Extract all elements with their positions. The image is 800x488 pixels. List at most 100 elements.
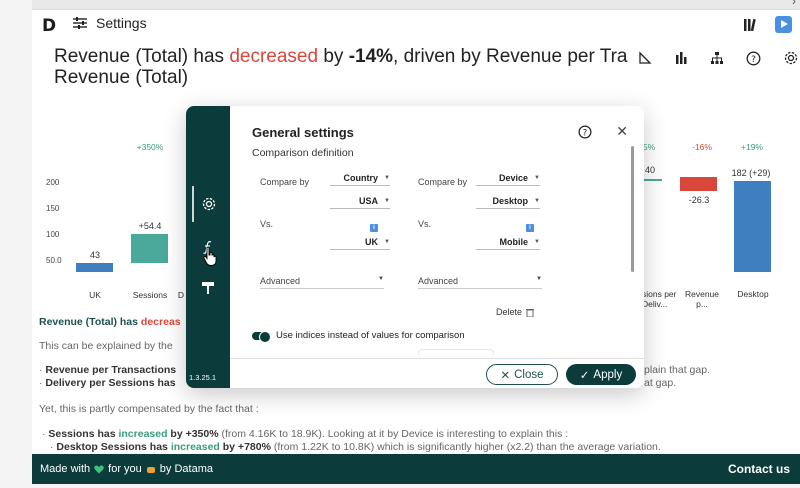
bar-label: +54.4 <box>138 221 162 231</box>
modal-footer: ✕ Close ✓ Apply <box>230 358 644 388</box>
left-compare-by-label: Compare by <box>260 177 310 187</box>
bar-label: 43 <box>89 250 100 260</box>
left-dimension-select[interactable]: Country ▼ <box>330 173 390 186</box>
bar-uk[interactable] <box>76 263 113 272</box>
sessions-line: · Sessions has increased by +350% (from … <box>42 428 569 440</box>
advanced-label: Advanced <box>418 276 459 286</box>
y-tick: 150 <box>46 204 60 213</box>
bar-desktop[interactable] <box>734 181 771 272</box>
close-icon[interactable]: ✕ <box>616 123 628 140</box>
hand-cursor-icon <box>203 246 217 266</box>
page-title: Revenue (Total) has decreased by -14%, d… <box>54 46 634 88</box>
bullet-2-tail: at gap. <box>644 377 677 389</box>
bookmarks-icon[interactable] <box>743 18 759 32</box>
caret-down-icon: ▼ <box>534 239 540 245</box>
settings-button[interactable]: Settings <box>72 15 147 31</box>
select-value: UK <box>365 237 379 247</box>
svg-text:?: ? <box>751 55 756 65</box>
general-settings-modal: 1.3.25.1 General settings Comparison def… <box>186 106 644 388</box>
play-icon[interactable] <box>775 16 792 33</box>
heart-icon <box>94 465 104 473</box>
close-button-label: Close <box>514 368 544 381</box>
summary-line: Revenue (Total) has decreas <box>39 316 181 328</box>
version-label: 1.3.25.1 <box>189 373 217 382</box>
bar-sessions-per-delivery[interactable] <box>644 179 662 181</box>
headline-pct: -14% <box>348 46 394 67</box>
select-value: Desktop <box>492 196 529 206</box>
help-icon[interactable]: ? <box>578 125 592 139</box>
caret-down-icon: ▼ <box>384 239 390 245</box>
summary-text: Revenue (Total) has <box>39 316 141 328</box>
x-label: Desktop <box>737 289 769 299</box>
select-value: USA <box>359 196 379 206</box>
right-vs-label: Vs. <box>418 219 432 229</box>
trash-icon <box>526 308 535 317</box>
x-icon: ✕ <box>500 369 511 382</box>
caret-down-icon: ▼ <box>536 276 542 282</box>
help-icon[interactable]: ? <box>746 51 761 66</box>
info-icon[interactable]: i <box>526 224 534 232</box>
use-indices-toggle[interactable] <box>252 330 271 343</box>
y-tick: 200 <box>46 178 60 187</box>
modal-scrollbar[interactable] <box>631 146 634 272</box>
y-tick: 50.0 <box>46 256 62 265</box>
bullet-1-tail: plain that gap. <box>644 364 710 376</box>
settings-label: Settings <box>96 15 147 31</box>
bar-revenue-per[interactable] <box>680 177 717 191</box>
use-indices-toggle-row: Use indices instead of values for compar… <box>252 330 465 343</box>
made-with-text: Made with <box>40 463 91 475</box>
by-datama-text: by Datama <box>159 463 213 475</box>
datama-logo: D <box>42 16 56 36</box>
explained-line: This can be explained by the <box>39 340 173 352</box>
headline-text: , driven by Revenue per Tra <box>393 46 628 67</box>
right-value-a-select[interactable]: Desktop ▼ <box>476 196 540 209</box>
caret-down-icon: ▼ <box>378 276 384 282</box>
bar-label: 40 <box>644 165 655 175</box>
y-tick: 100 <box>46 230 60 239</box>
desktop-word: increased <box>170 441 220 453</box>
desktop-sessions-line: · Desktop Sessions has increased by +780… <box>50 441 661 453</box>
left-advanced-select[interactable]: Advanced ▼ <box>260 276 384 289</box>
headline-decreased: decreased <box>229 46 319 67</box>
caret-down-icon: ▼ <box>534 198 540 204</box>
right-dimension-select[interactable]: Device ▼ <box>476 173 540 186</box>
gear-icon[interactable] <box>783 50 799 66</box>
right-value-b-select[interactable]: Mobile ▼ <box>476 237 540 250</box>
chevron-right-icon[interactable]: › <box>792 0 796 8</box>
bar-sessions[interactable] <box>131 234 168 263</box>
toolbar: D Settings <box>32 10 800 40</box>
made-with: Made with for you by Datama <box>40 463 213 475</box>
select-value: Country <box>343 173 379 183</box>
sessions-rest: by +350% <box>167 428 219 440</box>
toggle-label: Use indices instead of values for compar… <box>276 330 465 341</box>
left-value-a-select[interactable]: USA ▼ <box>330 196 390 209</box>
ruler-icon[interactable] <box>638 51 652 65</box>
caret-down-icon: ▼ <box>384 175 390 181</box>
summary-word: decreas <box>140 316 181 328</box>
bar-pct: +350% <box>136 142 164 152</box>
delete-label: Delete <box>496 307 523 317</box>
compensated-line: Yet, this is partly compensated by the f… <box>39 403 259 415</box>
bar-label: -26.3 <box>688 195 710 205</box>
hierarchy-icon[interactable] <box>710 51 724 65</box>
x-label: UK <box>89 290 101 300</box>
caret-down-icon: ▼ <box>384 198 390 204</box>
sessions-word: increased <box>118 428 168 440</box>
active-indicator <box>192 186 194 222</box>
apply-button[interactable]: ✓ Apply <box>566 364 636 385</box>
right-advanced-select[interactable]: Advanced ▼ <box>418 276 542 289</box>
bar-pct: +19% <box>741 142 763 152</box>
contact-us-link[interactable]: Contact us <box>728 462 790 476</box>
gear-icon[interactable] <box>201 196 217 212</box>
footer: Made with for you by Datama Contact us <box>32 454 800 484</box>
info-icon[interactable]: i <box>370 224 378 232</box>
hand-icon <box>146 467 155 473</box>
bullet-text: Revenue per Transactions <box>45 364 177 376</box>
bar-chart-icon[interactable] <box>674 51 688 65</box>
paint-roller-icon[interactable] <box>201 281 215 295</box>
modal-subtitle: Comparison definition <box>252 147 354 159</box>
left-value-b-select[interactable]: UK ▼ <box>330 237 390 250</box>
delete-button[interactable]: Delete <box>496 307 535 317</box>
desktop-bold: Desktop Sessions has <box>56 441 171 453</box>
close-button[interactable]: ✕ Close <box>486 364 558 385</box>
